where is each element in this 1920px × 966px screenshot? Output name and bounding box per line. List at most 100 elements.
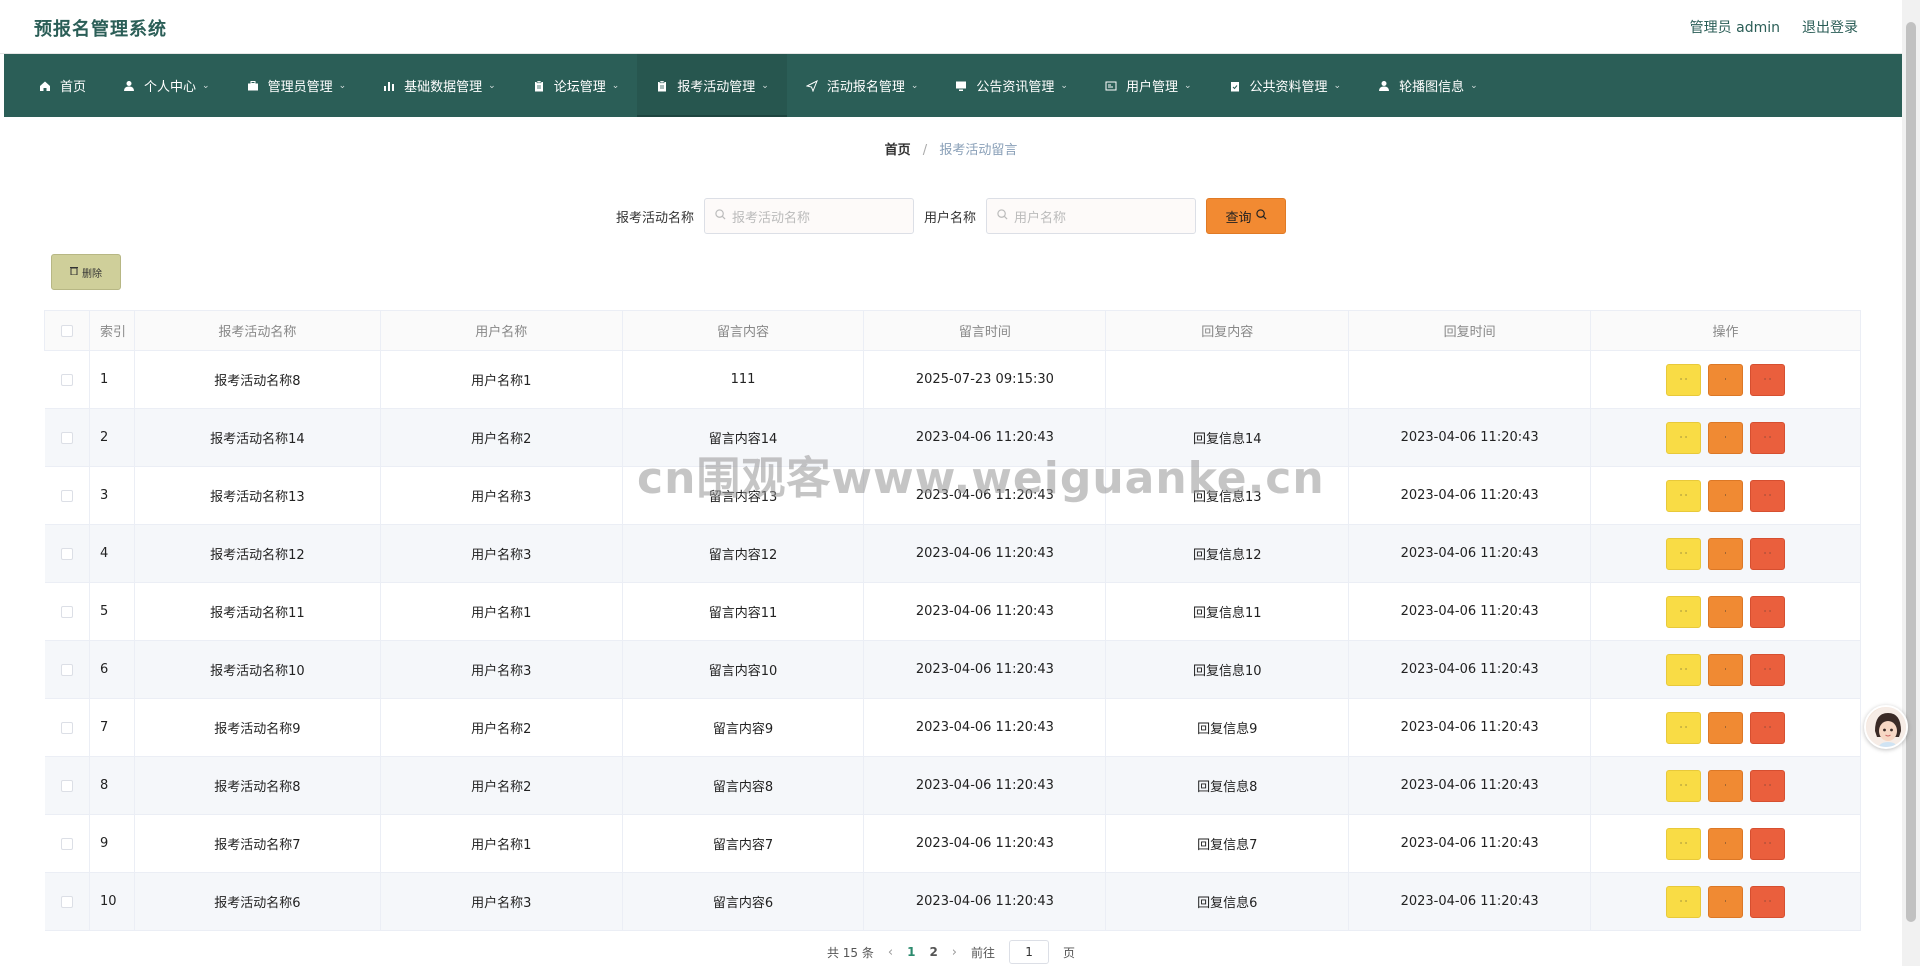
breadcrumb-home[interactable]: 首页 (885, 143, 911, 158)
row-checkbox[interactable] (60, 837, 73, 850)
edit-button[interactable]: · (1708, 363, 1744, 396)
page-number[interactable]: 2 (929, 945, 937, 959)
nav-item-label: 管理员管理 (267, 80, 333, 95)
admin-account-link[interactable]: 管理员 admin (1690, 17, 1780, 37)
row-actions-cell: · · · · · (1590, 582, 1861, 641)
table-header-row: 索引 报考活动名称 用户名称 留言内容 留言时间 回复内容 回复时间 操作 (44, 310, 1861, 351)
nav-item[interactable]: 公共资料管理 ⌄ (1210, 54, 1360, 117)
delete-button[interactable]: · · (1750, 653, 1786, 686)
send-icon (805, 79, 819, 93)
breadcrumb-current: 报考活动留言 (939, 143, 1018, 158)
assistant-avatar-icon[interactable] (1864, 705, 1908, 749)
row-actions: · · · · · (1591, 595, 1860, 628)
view-button[interactable]: · · (1666, 769, 1702, 802)
edit-button[interactable]: · (1708, 885, 1744, 918)
activity-name-cell: 报考活动名称10 (134, 640, 381, 699)
chevron-down-icon: ⌄ (1060, 80, 1068, 91)
view-button[interactable]: · · (1666, 479, 1702, 512)
next-page-icon[interactable]: › (952, 945, 957, 960)
message-time-cell: 2023-04-06 11:20:43 (863, 640, 1107, 699)
row-checkbox[interactable] (60, 489, 73, 502)
edit-button[interactable]: · (1708, 653, 1744, 686)
query-button[interactable]: 查询 (1206, 198, 1287, 234)
delete-button[interactable]: · · (1750, 711, 1786, 744)
view-button[interactable]: · · (1666, 421, 1702, 454)
reply-content-cell: 回复信息13 (1105, 466, 1350, 525)
scrollbar-thumb[interactable] (1906, 22, 1916, 922)
prev-page-icon[interactable]: ‹ (888, 945, 893, 960)
nav-item[interactable]: 用户管理 ⌄ (1086, 54, 1210, 117)
table-row: 3 报考活动名称13 用户名称3 留言内容13 2023-04-06 11:20:43 回… (44, 466, 1861, 525)
view-button[interactable]: · · (1666, 653, 1702, 686)
column-header: 报考活动名称 (133, 310, 381, 351)
nav-item[interactable]: 公告资讯管理 ⌄ (936, 54, 1086, 117)
view-button[interactable]: · · (1666, 363, 1702, 396)
activity-name-input[interactable]: 报考活动名称 (704, 198, 914, 234)
edit-button[interactable]: · (1708, 595, 1744, 628)
message-content-cell: 留言内容7 (622, 814, 865, 873)
message-time-cell: 2023-04-06 11:20:43 (863, 408, 1107, 467)
delete-button[interactable]: · · (1750, 769, 1786, 802)
logout-link[interactable]: 退出登录 (1802, 17, 1858, 37)
user-name-input[interactable]: 用户名称 (986, 198, 1197, 234)
nav-item-label: 用户管理 (1125, 80, 1178, 95)
delete-button[interactable]: · · (1750, 827, 1786, 860)
id-card-icon (1104, 79, 1118, 93)
row-checkbox[interactable] (60, 721, 73, 734)
row-actions-cell: · · · · · (1590, 814, 1861, 873)
row-checkbox[interactable] (60, 895, 73, 908)
scrollbar-track[interactable] (1902, 0, 1920, 966)
nav-item[interactable]: 个人中心 ⌄ (104, 54, 228, 117)
row-actions: · · · · · (1591, 363, 1860, 396)
row-checkbox[interactable] (60, 779, 73, 792)
bar-chart-icon (382, 79, 396, 93)
nav-item[interactable]: 报考活动管理 ⌄ (637, 54, 787, 117)
view-button[interactable]: · · (1666, 595, 1702, 628)
activity-name-cell: 报考活动名称14 (134, 408, 381, 467)
row-checkbox[interactable] (60, 663, 73, 676)
nav-item[interactable]: 首页 (20, 54, 104, 117)
page-number[interactable]: 1 (907, 945, 915, 959)
row-checkbox[interactable] (60, 547, 73, 560)
delete-button[interactable]: · · (1750, 421, 1786, 454)
top-header: 预报名管理系统 管理员 admin 退出登录 (0, 0, 1902, 54)
nav-item[interactable]: 轮播图信息 ⌄ (1359, 54, 1496, 117)
nav-item[interactable]: 论坛管理 ⌄ (514, 54, 638, 117)
batch-delete-button[interactable]: 删除 (51, 254, 121, 290)
edit-button[interactable]: · (1708, 711, 1744, 744)
nav-item[interactable]: 基础数据管理 ⌄ (364, 54, 514, 117)
user-name-cell: 用户名称2 (380, 756, 623, 815)
delete-button[interactable]: · · (1750, 885, 1786, 918)
delete-button[interactable]: · · (1750, 479, 1786, 512)
view-button[interactable]: · · (1666, 711, 1702, 744)
view-button[interactable]: · · (1666, 827, 1702, 860)
message-time-cell: 2023-04-06 11:20:43 (863, 872, 1107, 931)
select-all-checkbox[interactable] (60, 324, 73, 337)
row-actions: · · · · · (1591, 769, 1860, 802)
row-select-cell (44, 698, 90, 757)
user-name-label: 用户名称 (924, 210, 977, 226)
edit-button[interactable]: · (1708, 827, 1744, 860)
row-checkbox[interactable] (60, 431, 73, 444)
delete-button[interactable]: · · (1750, 363, 1786, 396)
row-select-cell (44, 814, 90, 873)
row-checkbox[interactable] (60, 605, 73, 618)
table-row: 10 报考活动名称6 用户名称3 留言内容6 2023-04-06 11:20:43 回复… (44, 872, 1861, 931)
delete-button[interactable]: · · (1750, 537, 1786, 570)
view-button[interactable]: · · (1666, 537, 1702, 570)
row-checkbox[interactable] (60, 373, 73, 386)
activity-name-cell: 报考活动名称9 (134, 698, 381, 757)
goto-page-input[interactable]: 1 (1009, 940, 1050, 964)
row-actions-cell: · · · · · (1590, 756, 1861, 815)
edit-button[interactable]: · (1708, 421, 1744, 454)
message-content-cell: 留言内容12 (622, 524, 865, 583)
delete-button[interactable]: · · (1750, 595, 1786, 628)
nav-item[interactable]: 管理员管理 ⌄ (228, 54, 365, 117)
nav-item[interactable]: 活动报名管理 ⌄ (787, 54, 937, 117)
edit-button[interactable]: · (1708, 479, 1744, 512)
edit-button[interactable]: · (1708, 769, 1744, 802)
view-button[interactable]: · · (1666, 885, 1702, 918)
message-content-cell: 留言内容6 (622, 872, 865, 931)
edit-button[interactable]: · (1708, 537, 1744, 570)
chevron-down-icon: ⌄ (202, 80, 210, 91)
